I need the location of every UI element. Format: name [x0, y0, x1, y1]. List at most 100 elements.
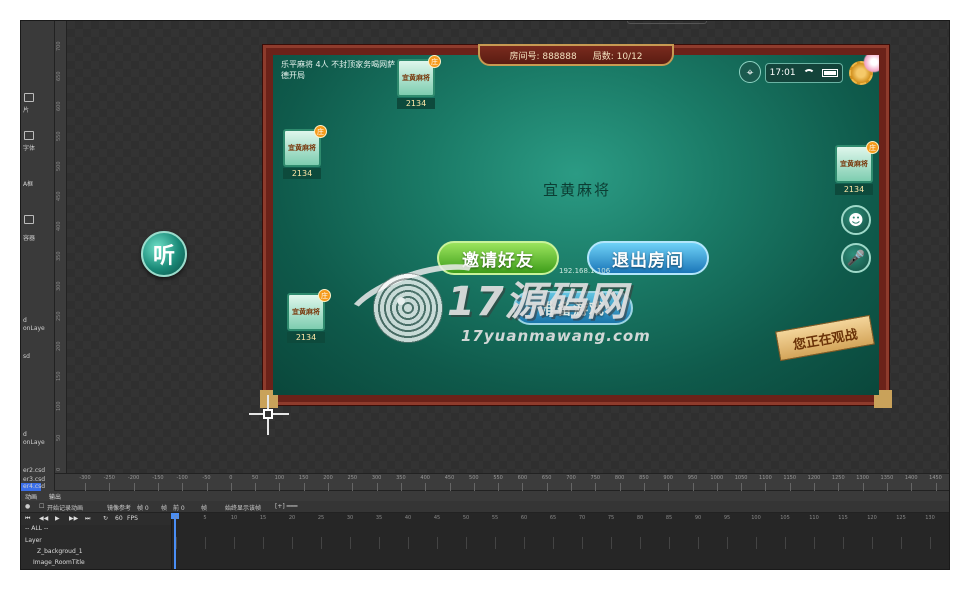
- frame-number: 80: [636, 515, 644, 521]
- location-icon[interactable]: ⌖: [739, 61, 761, 83]
- invite-friends-button[interactable]: 邀请好友: [437, 241, 559, 275]
- frame-number: 55: [491, 515, 499, 521]
- record-toggle-icon[interactable]: ●: [25, 503, 30, 510]
- ruler-tick: 150: [298, 475, 309, 481]
- ruler-tick: 1250: [831, 475, 845, 481]
- frame-tick: [756, 537, 757, 549]
- ready-game-button[interactable]: 准备游戏: [513, 291, 633, 325]
- timeline-track[interactable]: 0 5 10 15 20 25 30 35 40 45 50 55 60 65 70 75 80 85 90 95 10…: [171, 513, 949, 569]
- ruler-tick: 850: [639, 475, 649, 481]
- frame-b[interactable]: 帧: [161, 503, 167, 512]
- ruler-tick-line: [85, 483, 86, 491]
- record-checkbox[interactable]: ☐: [39, 503, 44, 510]
- frame-tick: [553, 537, 554, 549]
- tab-animation[interactable]: 动画: [25, 492, 37, 501]
- wifi-icon: [802, 69, 815, 77]
- frame-tick: [814, 537, 815, 549]
- player-left[interactable]: 宜黄麻将 2134 庄: [283, 125, 327, 179]
- ruler-tick: 1100: [759, 475, 772, 481]
- emoji-icon[interactable]: ☻: [841, 205, 871, 235]
- frame-number: 115: [838, 515, 848, 521]
- file-item[interactable]: d: [23, 317, 27, 324]
- frame-number: 60: [520, 515, 528, 521]
- frame-tick: [785, 537, 786, 549]
- panel-item-frame[interactable]: A框: [23, 179, 33, 188]
- ruler-tick: 650: [56, 71, 62, 81]
- player-bottom[interactable]: 宜黄麻将 2134 庄: [287, 289, 331, 343]
- ruler-tick: 350: [56, 251, 62, 261]
- ruler-tick-line: [814, 483, 815, 491]
- frame-tick: [350, 537, 351, 549]
- ruler-tick: 250: [56, 311, 62, 321]
- tab-output[interactable]: 输出: [49, 492, 61, 501]
- play-icon[interactable]: ▶: [55, 515, 60, 522]
- frame-number: 30: [346, 515, 354, 521]
- game-board[interactable]: 房间号: 888888 局数: 10/12 乐平麻将 4人 不封顶家务喝网萨德开…: [260, 44, 892, 408]
- frame-tick: [292, 537, 293, 549]
- panel-item-image[interactable]: 片: [23, 105, 29, 114]
- prev-frame-icon[interactable]: ◀◀: [39, 515, 48, 522]
- listen-button[interactable]: 听: [141, 231, 187, 277]
- frame-tick: [698, 537, 699, 549]
- ruler-tick-line: [643, 483, 645, 491]
- first-frame-icon[interactable]: ⏮: [25, 515, 30, 523]
- file-item-selected[interactable]: er4.csd: [23, 483, 45, 490]
- frame-number: 110: [809, 515, 819, 521]
- microphone-icon[interactable]: 🎤: [841, 243, 871, 273]
- ruler-tick: 0: [229, 475, 233, 481]
- ruler-tick-line: [595, 483, 597, 491]
- file-item[interactable]: onLaye: [23, 439, 45, 446]
- file-item[interactable]: sd: [23, 353, 30, 360]
- layer-root[interactable]: Layer: [25, 537, 42, 544]
- anchor-box: [263, 409, 273, 419]
- image-icon[interactable]: [24, 93, 34, 102]
- ruler-tick: 1400: [904, 475, 918, 481]
- ruler-tick: 50: [251, 475, 259, 481]
- ruler-tick: 1350: [880, 475, 894, 481]
- ruler-tick: 550: [493, 475, 503, 481]
- text-icon[interactable]: [24, 131, 34, 140]
- ruler-tick: -50: [202, 475, 211, 481]
- ruler-tick: 100: [56, 401, 62, 411]
- frame-number: 65: [549, 515, 557, 521]
- frame-tick: [176, 537, 177, 549]
- file-item[interactable]: d: [23, 431, 27, 438]
- layer-filter[interactable]: -- ALL --: [25, 525, 48, 532]
- frame-number: 0: [174, 515, 178, 521]
- ruler-tick: 450: [444, 475, 455, 481]
- canvas-stage[interactable]: 听 房间号: 888888 局数: 10/12 乐平麻将 4人 不封顶家务喝网萨…: [67, 21, 949, 473]
- ruler-tick: 500: [56, 161, 62, 171]
- file-item[interactable]: er3.csd: [23, 476, 45, 483]
- ruler-tick: 300: [371, 475, 382, 481]
- player-right[interactable]: 宜黄麻将 2134 庄: [835, 141, 879, 195]
- selection-anchor-handle[interactable]: [249, 395, 289, 435]
- ruler-tick: 200: [56, 341, 62, 351]
- file-item[interactable]: onLaye: [23, 325, 45, 332]
- start-record-label: 开始记录动画: [47, 505, 84, 512]
- panel-item-container[interactable]: 容器: [23, 233, 35, 242]
- loop-icon[interactable]: ↻: [103, 515, 108, 522]
- player-top[interactable]: 宜黄麻将 2134 庄: [397, 55, 441, 109]
- fps-input[interactable]: 60: [115, 515, 123, 522]
- ruler-tick-line: [376, 483, 378, 491]
- container-icon[interactable]: [24, 215, 34, 224]
- last-frame-icon[interactable]: ⏭: [85, 515, 90, 523]
- ruler-tick: 1150: [783, 475, 797, 481]
- layer-item[interactable]: Image_RoomTitle: [33, 559, 85, 566]
- editor-window: 片 字体 A框 容器 d onLaye sd d onLaye er2.csd …: [20, 20, 950, 570]
- frame-tick: [727, 537, 728, 549]
- layer-item[interactable]: Z_backgroud_1: [37, 548, 83, 555]
- next-frame-icon[interactable]: ▶▶: [69, 515, 78, 522]
- panel-item-font[interactable]: 字体: [23, 143, 35, 152]
- zoom-slider[interactable]: [+] ━━━: [275, 503, 297, 510]
- frame-d[interactable]: 帧: [201, 503, 207, 512]
- frame-a[interactable]: 帧 0: [137, 503, 149, 512]
- frame-tick: [930, 537, 931, 549]
- ruler-tick-line: [473, 483, 475, 491]
- ruler-tick-line: [206, 483, 208, 491]
- file-item[interactable]: er2.csd: [23, 467, 45, 474]
- ruler-tick-line: [789, 483, 791, 491]
- frame-c[interactable]: 前 0: [173, 503, 185, 512]
- ruler-tick-line: [498, 483, 500, 491]
- ruler-tick-line: [352, 483, 354, 491]
